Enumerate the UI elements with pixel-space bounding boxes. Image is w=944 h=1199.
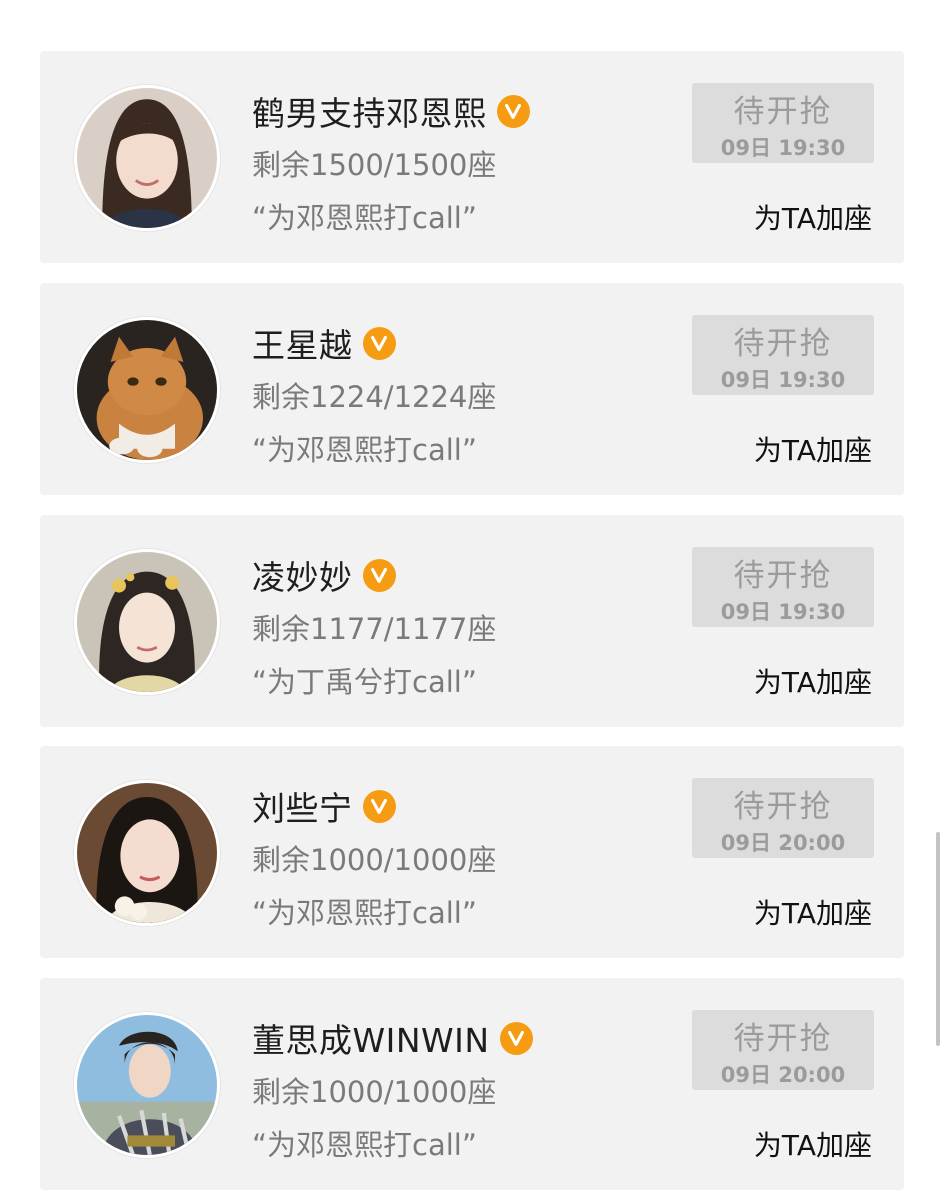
verified-v-icon bbox=[499, 1021, 533, 1055]
support-slogan: “为邓恩熙打call” bbox=[252, 1128, 477, 1162]
avatar[interactable] bbox=[74, 317, 220, 463]
user-name[interactable]: 王星越 bbox=[252, 319, 353, 367]
list-item: 刘些宁 剩余1000/1000座 “为邓恩熙打call” 待开抢 09日 20:… bbox=[40, 746, 904, 958]
grab-seat-button[interactable]: 待开抢 09日 19:30 bbox=[692, 83, 874, 163]
seats-remaining: 剩余1224/1224座 bbox=[252, 380, 497, 414]
grab-seat-label: 待开抢 bbox=[733, 326, 833, 362]
fan-support-list: 鹤男支持邓恩熙 剩余1500/1500座 “为邓恩熙打call” 待开抢 09日… bbox=[0, 0, 944, 1199]
avatar[interactable] bbox=[74, 1012, 220, 1158]
name-row: 凌妙妙 bbox=[252, 549, 396, 601]
grab-seat-label: 待开抢 bbox=[733, 1021, 833, 1057]
avatar-image bbox=[77, 88, 217, 228]
avatar[interactable] bbox=[74, 85, 220, 231]
list-item: 王星越 剩余1224/1224座 “为邓恩熙打call” 待开抢 09日 19:… bbox=[40, 283, 904, 495]
grab-seat-button[interactable]: 待开抢 09日 20:00 bbox=[692, 1010, 874, 1090]
avatar-image bbox=[77, 552, 217, 692]
add-seat-link[interactable]: 为TA加座 bbox=[754, 1124, 872, 1164]
grab-seat-time: 09日 20:00 bbox=[720, 831, 846, 855]
support-slogan: “为邓恩熙打call” bbox=[252, 896, 477, 930]
grab-seat-time: 09日 19:30 bbox=[720, 600, 846, 624]
grab-seat-time: 09日 20:00 bbox=[720, 1063, 846, 1087]
add-seat-link[interactable]: 为TA加座 bbox=[754, 892, 872, 932]
support-slogan: “为丁禹兮打call” bbox=[252, 665, 477, 699]
list-item: 鹤男支持邓恩熙 剩余1500/1500座 “为邓恩熙打call” 待开抢 09日… bbox=[40, 51, 904, 263]
list-item: 凌妙妙 剩余1177/1177座 “为丁禹兮打call” 待开抢 09日 19:… bbox=[40, 515, 904, 727]
avatar[interactable] bbox=[74, 780, 220, 926]
user-name[interactable]: 董思成WINWIN bbox=[252, 1014, 490, 1062]
seats-remaining: 剩余1177/1177座 bbox=[252, 612, 497, 646]
seats-remaining: 剩余1000/1000座 bbox=[252, 1075, 497, 1109]
list-item: 董思成WINWIN 剩余1000/1000座 “为邓恩熙打call” 待开抢 0… bbox=[40, 978, 904, 1190]
support-slogan: “为邓恩熙打call” bbox=[252, 201, 477, 235]
grab-seat-label: 待开抢 bbox=[733, 94, 833, 130]
name-row: 董思成WINWIN bbox=[252, 1012, 533, 1064]
avatar-image bbox=[77, 320, 217, 460]
grab-seat-button[interactable]: 待开抢 09日 20:00 bbox=[692, 778, 874, 858]
support-slogan: “为邓恩熙打call” bbox=[252, 433, 477, 467]
grab-seat-label: 待开抢 bbox=[733, 789, 833, 825]
grab-seat-time: 09日 19:30 bbox=[720, 368, 846, 392]
grab-seat-button[interactable]: 待开抢 09日 19:30 bbox=[692, 547, 874, 627]
grab-seat-label: 待开抢 bbox=[733, 558, 833, 594]
seats-remaining: 剩余1500/1500座 bbox=[252, 148, 497, 182]
name-row: 王星越 bbox=[252, 317, 396, 369]
add-seat-link[interactable]: 为TA加座 bbox=[754, 661, 872, 701]
name-row: 刘些宁 bbox=[252, 780, 396, 832]
scrollbar[interactable] bbox=[936, 832, 940, 1046]
add-seat-link[interactable]: 为TA加座 bbox=[754, 197, 872, 237]
user-name[interactable]: 鹤男支持邓恩熙 bbox=[252, 87, 487, 135]
seats-remaining: 剩余1000/1000座 bbox=[252, 843, 497, 877]
grab-seat-time: 09日 19:30 bbox=[720, 136, 846, 160]
verified-v-icon bbox=[496, 94, 530, 128]
user-name[interactable]: 凌妙妙 bbox=[252, 551, 353, 599]
user-name[interactable]: 刘些宁 bbox=[252, 782, 353, 830]
name-row: 鹤男支持邓恩熙 bbox=[252, 85, 530, 137]
verified-v-icon bbox=[362, 789, 396, 823]
grab-seat-button[interactable]: 待开抢 09日 19:30 bbox=[692, 315, 874, 395]
avatar-image bbox=[77, 783, 217, 923]
avatar-image bbox=[77, 1015, 217, 1155]
add-seat-link[interactable]: 为TA加座 bbox=[754, 429, 872, 469]
avatar[interactable] bbox=[74, 549, 220, 695]
verified-v-icon bbox=[362, 558, 396, 592]
verified-v-icon bbox=[362, 326, 396, 360]
